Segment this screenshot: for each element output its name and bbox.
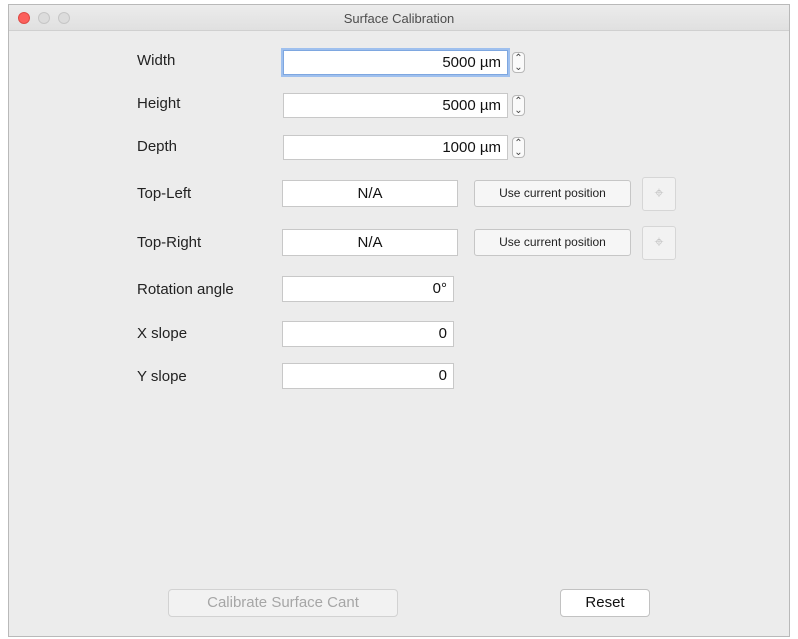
width-stepper-icon[interactable]: ⌃ ⌄ [512,52,525,73]
title-bar: Surface Calibration [9,5,789,31]
top-right-label: Top-Right [137,234,202,251]
y-slope-field[interactable]: 0 [282,363,454,389]
depth-stepper-icon[interactable]: ⌃ ⌄ [512,137,525,158]
surface-calibration-window: Surface Calibration Width 5000 µm ⌃ ⌄ Hei… [8,4,790,637]
reset-button[interactable]: Reset [560,589,650,617]
calibrate-surface-cant-button[interactable]: Calibrate Surface Cant [168,589,398,617]
depth-field[interactable]: 1000 µm [283,135,508,160]
top-left-use-position-button[interactable]: Use current position [474,180,631,207]
height-field[interactable]: 5000 µm [283,93,508,118]
top-left-crosshair-icon[interactable]: ⌖ [642,177,676,211]
x-slope-field[interactable]: 0 [282,321,454,347]
window-title: Surface Calibration [343,11,455,26]
rotation-angle-field[interactable]: 0° [282,276,454,302]
width-field[interactable]: 5000 µm [283,50,508,75]
top-right-use-position-button[interactable]: Use current position [474,229,631,256]
height-label: Height [137,95,181,112]
x-slope-label: X slope [137,325,188,342]
rotation-angle-label: Rotation angle [137,281,234,298]
y-slope-label: Y slope [137,368,187,385]
top-left-field[interactable]: N/A [282,180,458,207]
depth-label: Depth [137,138,178,155]
top-right-crosshair-icon[interactable]: ⌖ [642,226,676,260]
height-stepper-icon[interactable]: ⌃ ⌄ [512,95,525,116]
top-right-field[interactable]: N/A [282,229,458,256]
width-label: Width [137,52,176,69]
top-left-label: Top-Left [137,185,192,202]
